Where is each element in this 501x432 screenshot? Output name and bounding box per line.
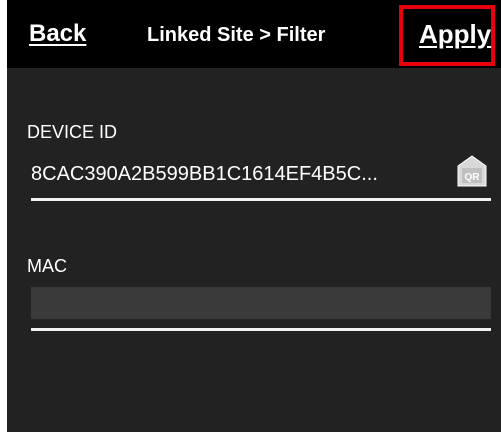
mac-label: MAC — [27, 256, 67, 276]
qr-scan-button[interactable]: QR — [457, 155, 487, 187]
qr-icon-text: QR — [465, 172, 481, 183]
back-button[interactable]: Back — [29, 20, 86, 48]
device-id-field[interactable]: 8CAC390A2B599BB1C1614EF4B5C... — [31, 163, 441, 186]
mac-input[interactable] — [31, 287, 491, 319]
apply-button[interactable]: Apply — [419, 19, 491, 50]
device-id-label: DEVICE ID — [27, 122, 118, 142]
device-id-underline — [31, 198, 491, 201]
mac-underline — [31, 328, 491, 331]
page-title: Linked Site > Filter — [147, 24, 326, 46]
navigation-bar: Back Linked Site > Filter Apply — [7, 0, 501, 68]
filter-screen: Back Linked Site > Filter Apply DEVICE I… — [7, 0, 501, 432]
qr-scan-icon: QR — [457, 155, 487, 187]
